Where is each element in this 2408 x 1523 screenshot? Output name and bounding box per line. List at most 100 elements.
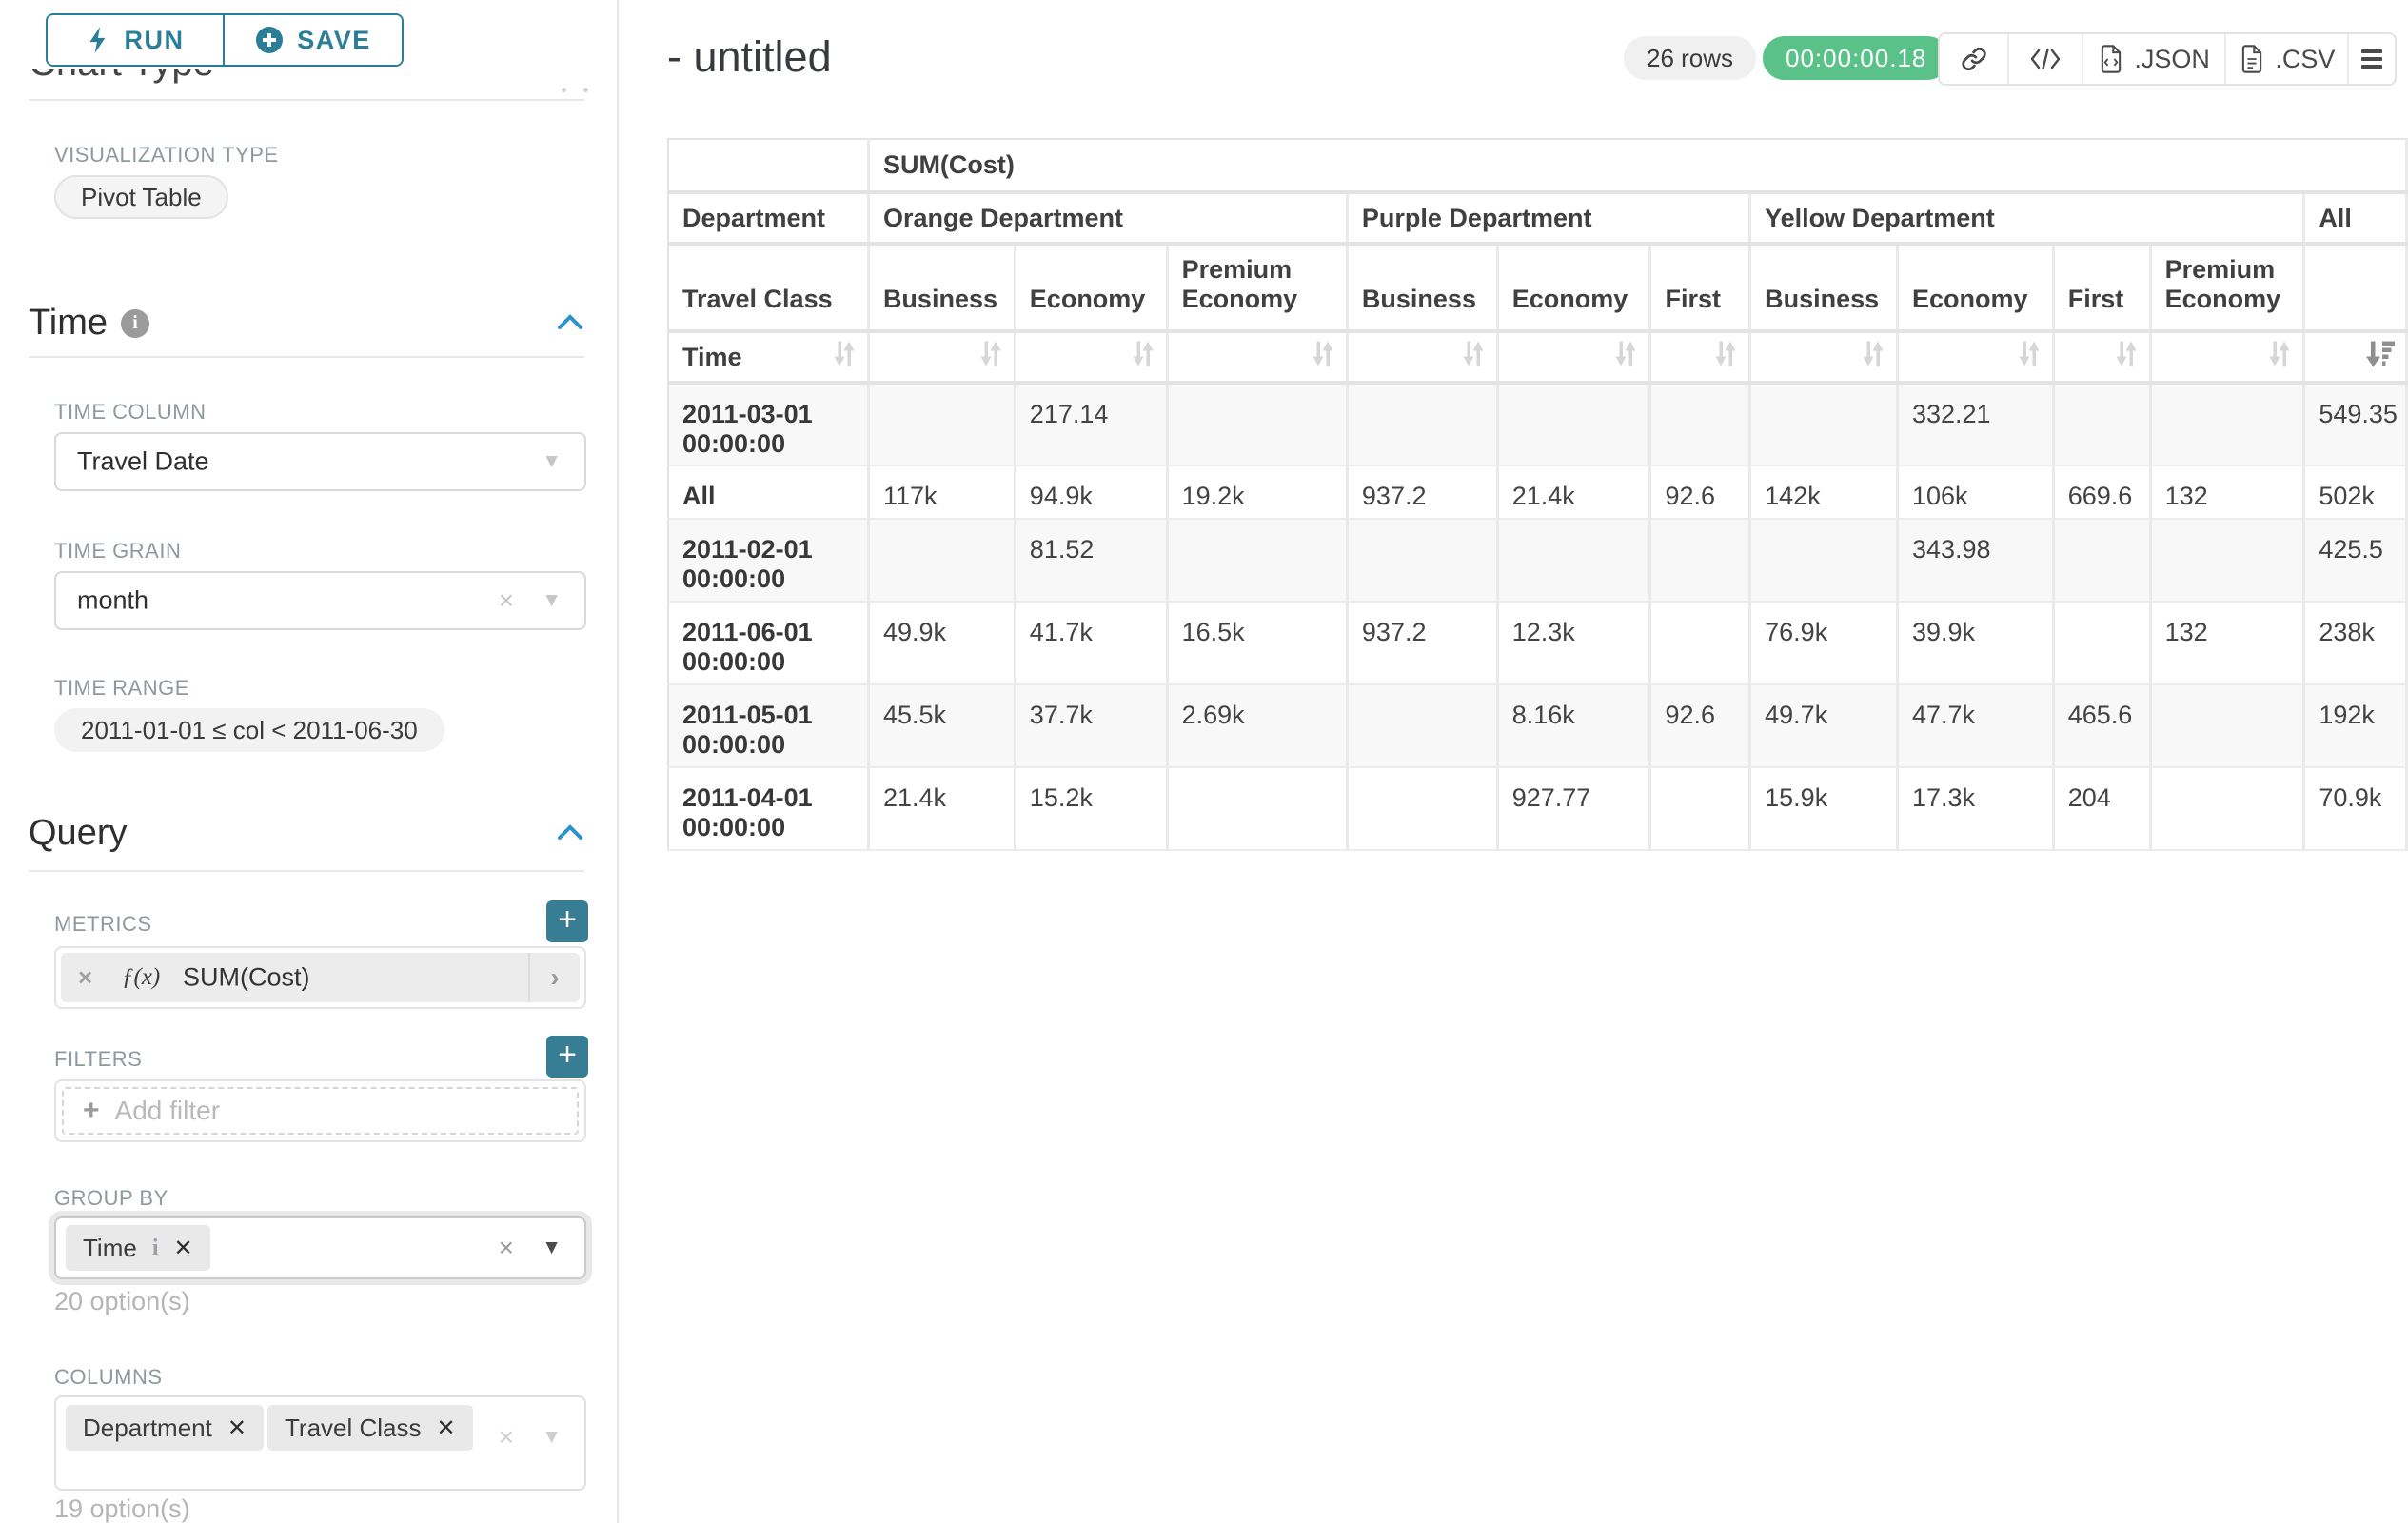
query-section-header[interactable]: Query (29, 813, 127, 854)
chevron-up-icon[interactable] (554, 817, 586, 849)
view-query-button[interactable] (2007, 34, 2081, 84)
chevron-up-icon[interactable] (554, 307, 586, 339)
clear-icon[interactable]: × (499, 585, 514, 616)
value-cell: 21.4k (868, 767, 1015, 850)
save-button[interactable]: SAVE (223, 15, 402, 65)
add-metric-button[interactable]: + (546, 900, 588, 942)
chevron-right-icon[interactable]: › (528, 953, 580, 1002)
chip-remove-icon[interactable]: ✕ (227, 1414, 247, 1442)
column-sort-header[interactable] (2150, 331, 2304, 383)
travel-class-header: Premium Economy (1167, 244, 1347, 331)
value-cell: 238k (2304, 602, 2407, 684)
column-sort-header[interactable] (1015, 331, 1167, 383)
column-sort-header[interactable] (2304, 331, 2407, 383)
chip-label: Time (83, 1234, 137, 1263)
value-cell: 217.14 (1015, 383, 1167, 465)
value-cell: 927.77 (1497, 767, 1650, 850)
link-icon (1960, 45, 1988, 73)
columns-select[interactable]: Department ✕ Travel Class ✕ × ▼ (54, 1395, 586, 1491)
time-range-pill[interactable]: 2011-01-01 ≤ col < 2011-06-30 (54, 708, 444, 752)
columns-chip[interactable]: Travel Class ✕ (267, 1405, 473, 1451)
travel-class-header: Business (1347, 244, 1497, 331)
time-section-title: Time (29, 303, 108, 344)
columns-chip[interactable]: Department ✕ (66, 1405, 264, 1451)
sort-updown-icon (2016, 339, 2043, 369)
row-axis-label: Time (682, 343, 742, 371)
time-column-select[interactable]: Travel Date ▼ (54, 432, 586, 491)
sort-updown-icon (1310, 339, 1336, 369)
section-divider (29, 356, 584, 358)
time-section-header[interactable]: Time i (29, 303, 149, 344)
table-row: 2011-02-01 00:00:0081.52343.98425.5 (668, 519, 2407, 602)
time-column-label: TIME COLUMN (54, 400, 207, 425)
group-by-chip[interactable]: Time i ✕ (66, 1225, 210, 1271)
value-cell (2053, 602, 2150, 684)
plus-icon: + (83, 1095, 100, 1127)
query-timer-badge: 00:00:00.18 (1763, 36, 1949, 80)
value-cell: 465.6 (2053, 684, 2150, 767)
value-cell: 94.9k (1015, 465, 1167, 519)
copy-link-button[interactable] (1940, 34, 2007, 84)
value-cell: 8.16k (1497, 684, 1650, 767)
column-sort-header[interactable] (2053, 331, 2150, 383)
value-cell (2053, 519, 2150, 602)
column-sort-header[interactable] (868, 331, 1015, 383)
add-filter-button[interactable]: + (546, 1036, 588, 1078)
travel-class-header: Economy (1015, 244, 1167, 331)
group-by-select[interactable]: Time i ✕ × ▼ (54, 1216, 586, 1279)
row-axis-sort-header[interactable]: Time (668, 331, 868, 383)
chip-info-icon: i (152, 1236, 159, 1261)
code-icon (2029, 47, 2062, 71)
column-sort-header[interactable] (1167, 331, 1347, 383)
remove-metric-icon[interactable]: × (78, 963, 92, 993)
sort-desc-icon (2363, 339, 2396, 369)
value-cell: 47.7k (1897, 684, 2053, 767)
value-cell: 192k (2304, 684, 2407, 767)
value-cell: 132 (2150, 465, 2304, 519)
column-sort-header[interactable] (1650, 331, 1750, 383)
sort-updown-icon (977, 339, 1004, 369)
column-sort-header[interactable] (1750, 331, 1898, 383)
value-cell: 332.21 (1897, 383, 2053, 465)
clear-icon[interactable]: × (499, 1233, 514, 1263)
chip-remove-icon[interactable]: ✕ (437, 1414, 456, 1442)
chip-remove-icon[interactable]: ✕ (173, 1235, 192, 1262)
lightning-icon (87, 26, 111, 54)
value-cell (1750, 519, 1898, 602)
value-cell: 142k (1750, 465, 1898, 519)
travel-class-header: Premium Economy (2150, 244, 2304, 331)
department-group-header: Purple Department (1347, 192, 1749, 244)
chip-label: Travel Class (285, 1414, 422, 1443)
time-column-value: Travel Date (77, 447, 209, 477)
metric-header: SUM(Cost) (868, 139, 2406, 192)
value-cell (1750, 383, 1898, 465)
value-cell (1347, 684, 1497, 767)
time-grain-select[interactable]: month × ▼ (54, 571, 586, 630)
filters-box[interactable]: + Add filter (54, 1079, 586, 1142)
sort-updown-icon (1130, 339, 1156, 369)
metric-name: SUM(Cost) (183, 963, 310, 993)
value-cell: 425.5 (2304, 519, 2407, 602)
travel-class-header: Economy (1497, 244, 1650, 331)
column-sort-header[interactable] (1347, 331, 1497, 383)
value-cell: 49.7k (1750, 684, 1898, 767)
more-options-button[interactable] (2347, 34, 2395, 84)
clear-icon[interactable]: × (499, 1422, 514, 1453)
run-button[interactable]: RUN (48, 15, 223, 65)
value-cell: 41.7k (1015, 602, 1167, 684)
caret-down-icon: ▼ (542, 450, 562, 473)
column-sort-header[interactable] (1497, 331, 1650, 383)
chart-title[interactable]: - untitled (667, 32, 832, 82)
metric-pill[interactable]: × ƒ(x) SUM(Cost) › (61, 953, 580, 1002)
viz-type-pill[interactable]: Pivot Table (54, 175, 228, 219)
value-cell (1347, 767, 1497, 850)
sort-updown-icon (1860, 339, 1886, 369)
sort-updown-icon (2266, 339, 2293, 369)
export-csv-button[interactable]: .CSV (2224, 34, 2347, 84)
value-cell: 549.35 (2304, 383, 2407, 465)
value-cell (1650, 383, 1750, 465)
department-group-header: Orange Department (868, 192, 1347, 244)
export-json-button[interactable]: .JSON (2082, 34, 2225, 84)
value-cell (1497, 519, 1650, 602)
column-sort-header[interactable] (1897, 331, 2053, 383)
